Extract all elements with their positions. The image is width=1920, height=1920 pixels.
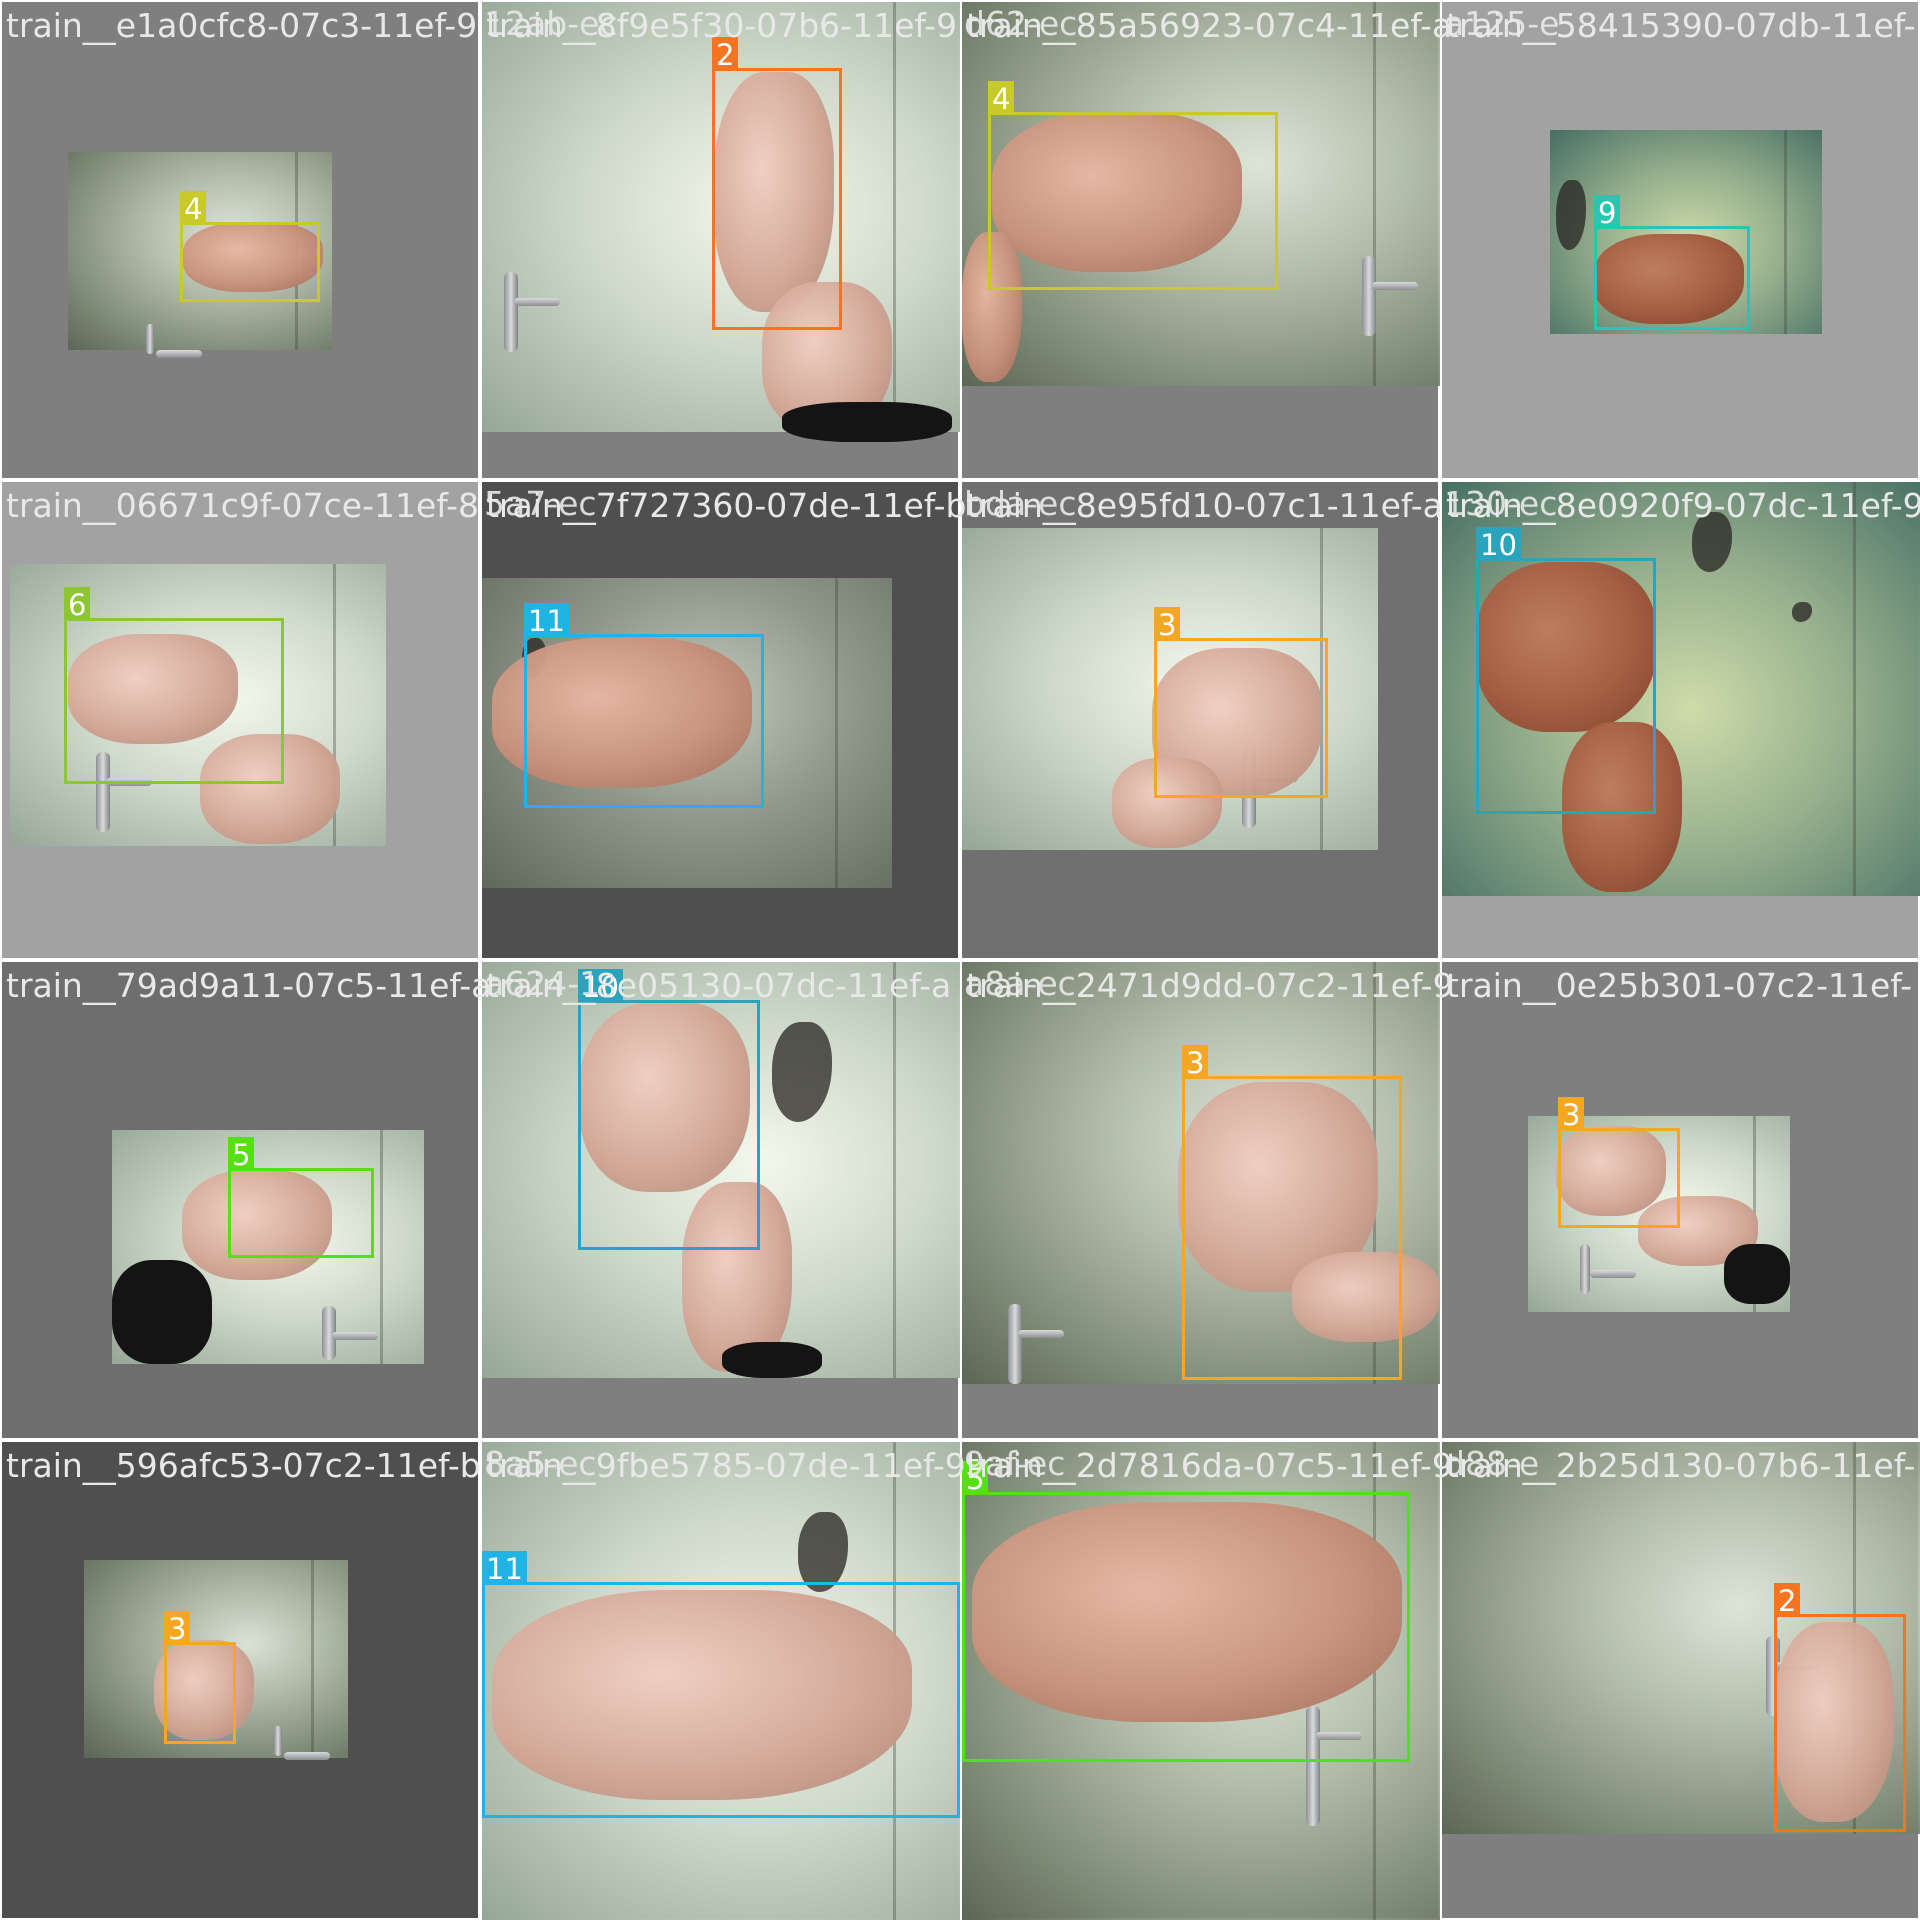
photo: 3 [962,962,1440,1384]
class-label: 5 [228,1137,255,1172]
mosaic-grid: 4 train__e1a0cfc8-07c3-11ef-9 2 train__8… [0,0,1920,1920]
mosaic-tile: 5 train__79ad9a11-07c5-11ef-a [0,960,491,1440]
class-label: 3 [1558,1097,1585,1132]
mosaic-tile: 11 train__9fbe5785-07de-11ef-9 [480,1440,966,1920]
mosaic-tile: 6 train__06671c9f-07ce-11ef-8 [0,480,480,960]
photo: 2 [1442,1442,1920,1834]
photo: 2 [482,2,960,442]
mosaic-tile: 10 train__8e0920f9-07dc-11ef-9 [1440,480,1920,960]
image-filename: train__7f727360-07de-11ef-b [486,486,967,525]
class-label: 11 [524,603,569,638]
bounding-box: 4 [988,81,1278,290]
photo: 3 [962,528,1378,850]
bounding-box: 2 [712,37,842,330]
image-filename: train__0e25b301-07c2-11ef- [1446,966,1912,1005]
image-filename: train__8f9e5f30-07b6-11ef-9 [486,6,958,45]
wall-stain [772,1022,832,1122]
class-label: 3 [164,1611,191,1646]
image-filename: train__8e0920f9-07dc-11ef-9 [1446,486,1920,525]
bounding-box: 3 [164,1611,236,1744]
image-filename: train__58415390-07db-11ef- [1446,6,1916,45]
mosaic-tile: 3 train__0e25b301-07c2-11ef- [1440,960,1920,1440]
class-label: 3 [1182,1045,1209,1080]
bounding-box: 4 [180,191,320,302]
sleeve [112,1260,212,1364]
sleeve [722,1342,822,1378]
door-handle [504,272,560,352]
mosaic-tile: 3 train__596afc53-07c2-11ef-b [0,1440,481,1920]
bounding-box: 5 [962,1461,1410,1762]
mosaic-tile: 5 train__2d7816da-07c5-11ef-9 [960,1440,1453,1920]
image-filename: train__8e95fd10-07c1-11ef-a [966,486,1443,525]
class-label: 2 [1774,1583,1801,1618]
wall-stain [1556,180,1586,250]
door-handle [274,1726,330,1760]
photo: 11 [482,578,892,888]
mosaic-tile: 4 train__e1a0cfc8-07c3-11ef-9 [0,0,480,480]
wall-stain [798,1512,848,1592]
photo: 10 [1442,482,1920,896]
image-filename: train__8e05130-07dc-11ef-a [486,966,952,1005]
photo: 11 [482,1442,960,1920]
image-filename: train__2471d9dd-07c2-11ef-9 [966,966,1454,1005]
bounding-box: 9 [1594,195,1750,330]
photo: 4 [68,152,332,358]
mosaic-tile: 3 train__8e95fd10-07c1-11ef-a [960,480,1443,960]
photo: 5 [962,1442,1440,1920]
photo: 10 [482,962,960,1378]
sleeve [1724,1244,1790,1304]
mosaic-tile: 4 train__85a56923-07c4-11ef-a [960,0,1452,480]
class-label: 11 [482,1551,527,1586]
class-label: 3 [1154,607,1181,642]
sleeve [782,402,952,442]
door-handle [322,1306,378,1360]
bounding-box: 11 [482,1551,960,1818]
image-filename: train__06671c9f-07ce-11ef-8 [6,486,480,525]
mosaic-tile: 10 train__8e05130-07dc-11ef-a [480,960,960,1440]
image-filename: train__2b25d130-07b6-11ef- [1446,1446,1916,1485]
class-label: 4 [180,191,207,226]
bounding-box: 3 [1558,1097,1680,1228]
photo: 3 [1528,1097,1790,1312]
bounding-box: 10 [578,969,760,1250]
door-handle [1580,1244,1636,1294]
door-handle [1362,256,1418,336]
photo: 6 [10,564,386,846]
bounding-box: 3 [1154,607,1328,798]
class-label: 4 [988,81,1015,116]
class-label: 9 [1594,195,1621,230]
photo: 3 [84,1560,348,1760]
bounding-box: 6 [64,587,284,784]
image-filename: train__9fbe5785-07de-11ef-9 [486,1446,966,1485]
image-filename: train__596afc53-07c2-11ef-b [6,1446,481,1485]
class-label: 6 [64,587,91,622]
image-filename: train__79ad9a11-07c5-11ef-a [6,966,492,1005]
bounding-box: 10 [1476,527,1656,814]
image-filename: train__e1a0cfc8-07c3-11ef-9 [6,6,478,45]
door-handle [146,324,202,358]
mosaic-tile: 2 train__8f9e5f30-07b6-11ef-9 [480,0,960,480]
photo: 5 [112,1130,424,1364]
mosaic-tile: 2 train__2b25d130-07b6-11ef- [1440,1440,1920,1920]
bounding-box: 2 [1774,1583,1906,1832]
image-filename: train__2d7816da-07c5-11ef-9 [966,1446,1453,1485]
bounding-box: 5 [228,1137,374,1258]
mosaic-tile: 11 train__7f727360-07de-11ef-b [480,480,966,960]
class-label: 10 [1476,527,1521,562]
photo: 9 [1550,130,1822,334]
bounding-box: 3 [1182,1045,1402,1380]
mosaic-tile: 9 train__58415390-07db-11ef- [1440,0,1920,480]
photo: 4 [962,2,1440,386]
door-handle [1008,1304,1064,1384]
mosaic-tile: 3 train__2471d9dd-07c2-11ef-9 [960,960,1454,1440]
wall-stain [1792,602,1812,622]
bounding-box: 11 [524,603,764,808]
image-filename: train__85a56923-07c4-11ef-a [966,6,1453,45]
